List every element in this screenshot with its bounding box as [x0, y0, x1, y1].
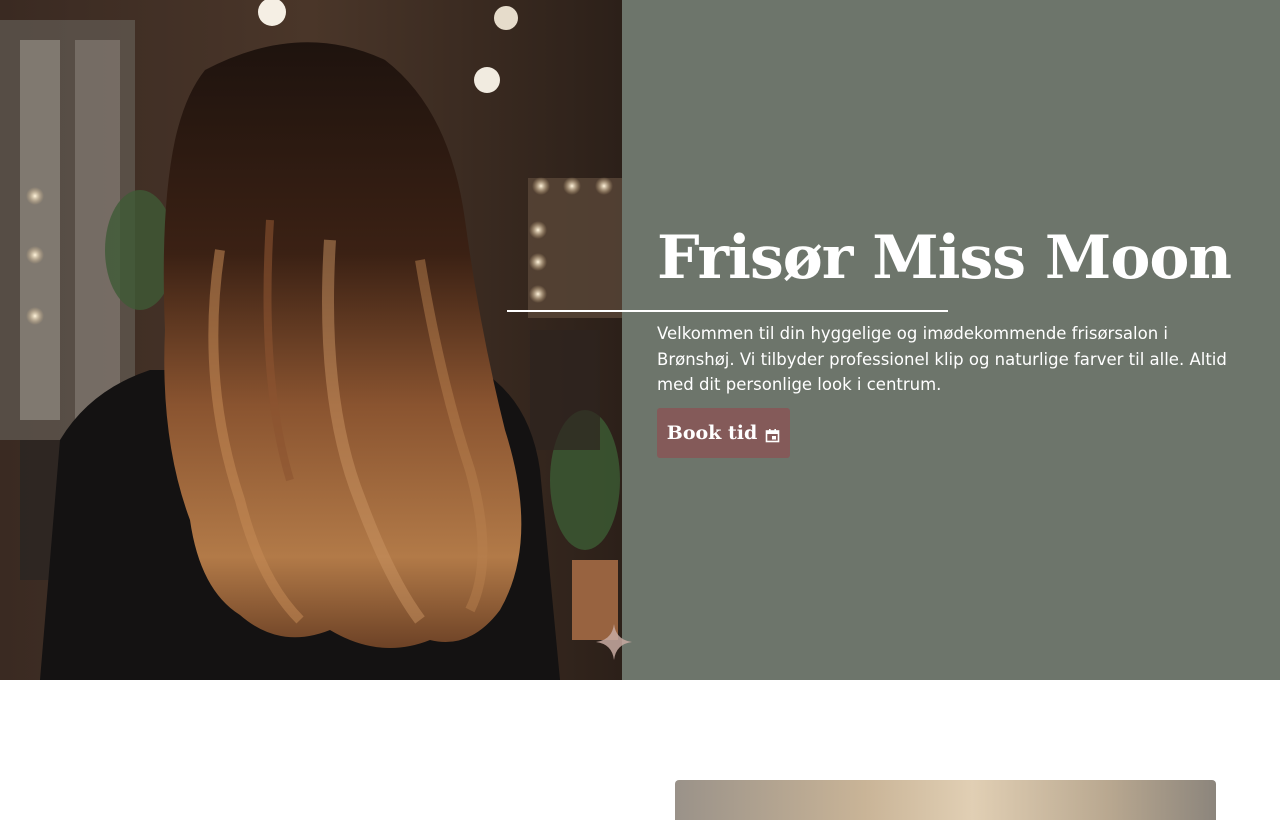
about-section — [0, 680, 1280, 820]
hero-intro-text: Velkommen til din hyggelige og imødekomm… — [657, 324, 1227, 394]
sparkle-icon — [596, 624, 632, 660]
book-appointment-button[interactable]: Book tid — [657, 408, 790, 458]
blonde-hair-photo — [675, 780, 1216, 820]
hero-section: Frisør Miss Moon Velkommen til din hygge… — [0, 0, 1280, 680]
book-button-label: Book tid — [666, 422, 758, 444]
page-title: Frisør Miss Moon — [657, 223, 1232, 293]
hero-photo — [0, 0, 622, 680]
salon-hair-image — [0, 0, 622, 680]
calendar-icon — [765, 428, 780, 443]
title-divider — [507, 310, 948, 312]
